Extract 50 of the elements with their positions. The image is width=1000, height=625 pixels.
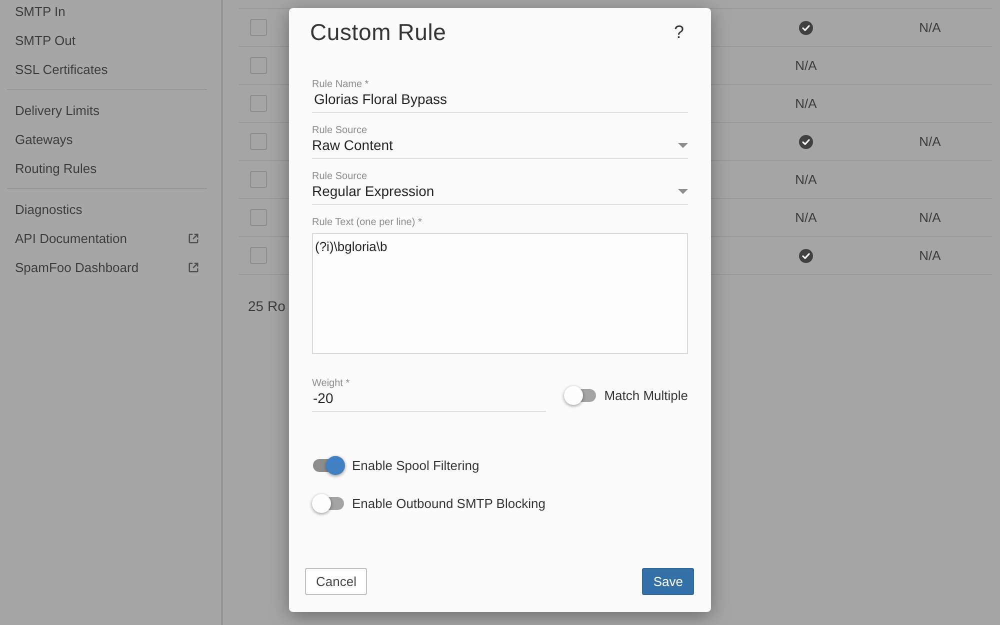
sidebar-link[interactable]: SMTP In xyxy=(15,2,66,22)
sidebar-link[interactable]: SpamFoo Dashboard xyxy=(15,258,139,278)
field-label: Rule Source xyxy=(312,171,368,183)
field-label: Rule Source xyxy=(312,125,368,137)
sidebar-link[interactable]: Delivery Limits xyxy=(15,100,100,120)
table-cell-text: N/A xyxy=(795,56,817,75)
row-checkbox[interactable] xyxy=(250,19,267,36)
table-cell-text: N/A xyxy=(919,132,941,151)
row-checkbox[interactable] xyxy=(250,209,267,226)
table-cell-text: N/A xyxy=(795,208,817,227)
field-label: Rule Name * xyxy=(312,79,370,91)
row-checkbox[interactable] xyxy=(250,171,267,188)
table-cell-text: N/A xyxy=(919,246,941,265)
field-label: Weight * xyxy=(312,378,351,390)
field-label: Rule Text (one per line) * xyxy=(312,217,423,229)
caret-icon xyxy=(678,142,688,148)
toggle-label: Match Multiple xyxy=(604,386,688,405)
save-button[interactable]: Save xyxy=(642,568,694,595)
rows-count-text: 25 Ro xyxy=(248,298,286,314)
check-circle-icon xyxy=(799,248,813,262)
table-cell-text: N/A xyxy=(795,94,817,113)
select-field[interactable]: Raw Content xyxy=(312,137,688,159)
toggle-label: Enable Outbound SMTP Blocking xyxy=(352,494,546,513)
rule-text-area[interactable]: (?i)\bgloria\b xyxy=(312,233,688,354)
check-circle-icon xyxy=(799,20,813,34)
table-cell-text: N/A xyxy=(919,18,941,37)
row-checkbox[interactable] xyxy=(250,247,267,264)
sidebar-link[interactable]: SSL Certificates xyxy=(15,60,108,80)
sidebar-link[interactable]: SMTP Out xyxy=(15,30,76,50)
row-checkbox[interactable] xyxy=(250,95,267,112)
sidebar-link[interactable]: Routing Rules xyxy=(15,158,97,178)
toggle-switch[interactable] xyxy=(564,386,598,405)
sidebar-link[interactable]: API Documentation xyxy=(15,228,128,248)
check-circle-icon xyxy=(799,134,813,148)
row-checkbox[interactable] xyxy=(250,133,267,150)
sidebar-link[interactable]: Diagnostics xyxy=(15,200,82,220)
select-field[interactable]: Regular Expression xyxy=(312,183,688,205)
sidebar-link[interactable]: Gateways xyxy=(15,130,73,150)
help-button[interactable]: ? xyxy=(674,21,684,43)
dialog-title: Custom Rule xyxy=(310,19,446,45)
table-cell-text: N/A xyxy=(919,208,941,227)
rule-name-field[interactable]: Glorias Floral Bypass xyxy=(312,91,688,113)
toggle-switch[interactable] xyxy=(312,456,345,476)
toggle-label: Enable Spool Filtering xyxy=(352,457,480,475)
table-cell-text: N/A xyxy=(795,170,817,189)
weight-field[interactable]: -20 xyxy=(312,390,546,412)
caret-icon xyxy=(678,188,688,194)
row-checkbox[interactable] xyxy=(250,57,267,74)
toggle-switch[interactable] xyxy=(312,494,345,513)
cancel-button[interactable]: Cancel xyxy=(305,568,368,595)
